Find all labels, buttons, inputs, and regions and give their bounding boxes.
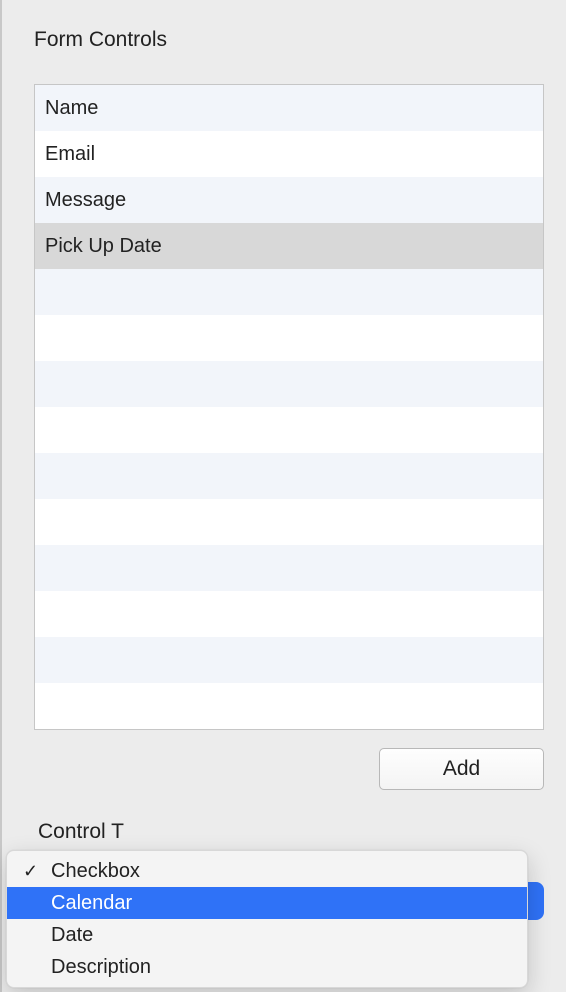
list-item[interactable]: Message: [35, 177, 543, 223]
list-item-label: Name: [45, 97, 98, 120]
dropdown-item-date[interactable]: Date: [7, 919, 527, 951]
control-type-label-text: Control T: [38, 820, 124, 843]
dropdown-item-label: Checkbox: [51, 860, 140, 883]
list-item[interactable]: [35, 269, 543, 315]
add-button-row: Add: [34, 748, 544, 790]
list-item-label: Message: [45, 189, 126, 212]
list-item[interactable]: [35, 407, 543, 453]
control-type-label: Control T: [34, 820, 544, 844]
list-item[interactable]: [35, 499, 543, 545]
dropdown-item-label: Date: [51, 924, 93, 947]
dropdown-item-description[interactable]: Description: [7, 951, 527, 983]
dropdown-item-calendar[interactable]: Calendar: [7, 887, 527, 919]
list-item-label: Pick Up Date: [45, 235, 162, 258]
list-item[interactable]: [35, 453, 543, 499]
list-item[interactable]: Name: [35, 85, 543, 131]
panel-left-border: [0, 0, 2, 992]
dropdown-item-label: Description: [51, 956, 151, 979]
check-icon: ✓: [23, 861, 51, 882]
dropdown-item-checkbox[interactable]: ✓ Checkbox: [7, 855, 527, 887]
control-type-dropdown-menu[interactable]: ✓ Checkbox Calendar Date Description: [6, 850, 528, 988]
list-item[interactable]: [35, 591, 543, 637]
list-item[interactable]: [35, 637, 543, 683]
list-item[interactable]: [35, 361, 543, 407]
form-controls-list[interactable]: Name Email Message Pick Up Date: [34, 84, 544, 730]
list-item-selected[interactable]: Pick Up Date: [35, 223, 543, 269]
list-item[interactable]: [35, 545, 543, 591]
list-item[interactable]: [35, 683, 543, 729]
add-button[interactable]: Add: [379, 748, 544, 790]
form-controls-panel: Form Controls Name Email Message Pick Up…: [0, 0, 566, 844]
list-item[interactable]: Email: [35, 131, 543, 177]
panel-title: Form Controls: [34, 28, 544, 52]
list-item[interactable]: [35, 315, 543, 361]
dropdown-item-label: Calendar: [51, 892, 132, 915]
list-item-label: Email: [45, 143, 95, 166]
